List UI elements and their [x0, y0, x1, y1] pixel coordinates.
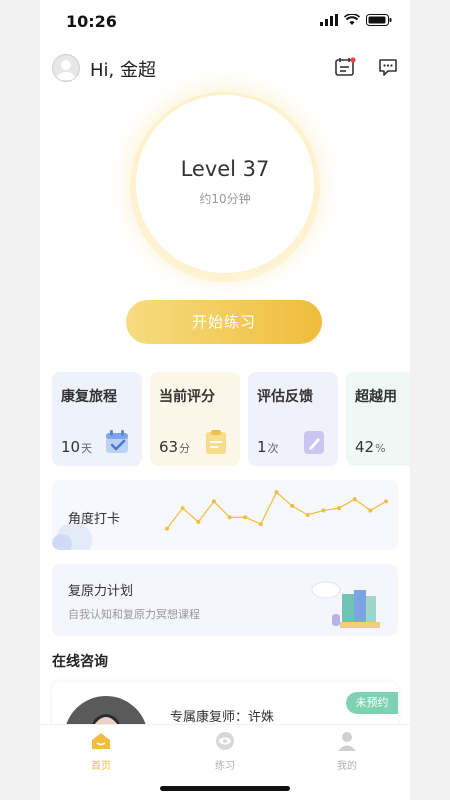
- stat-card-surpass[interactable]: 超越用 42%: [346, 372, 410, 466]
- angle-data-point: [352, 497, 357, 502]
- status-icons: [320, 14, 392, 26]
- phone-screen: 10:26 Hi, 金超 Level 37 约10分钟 开始练习 康复旅程 10…: [40, 0, 410, 800]
- angle-data-point: [321, 508, 326, 513]
- stat-card-score[interactable]: 当前评分 63分: [150, 372, 240, 466]
- angle-checkin-card[interactable]: 角度打卡: [52, 480, 398, 550]
- plan-title: 复原力计划: [68, 584, 134, 599]
- stat-card-feedback[interactable]: 评估反馈 1次: [248, 372, 338, 466]
- books-illustration-icon: [311, 581, 380, 628]
- angle-data-point: [165, 526, 169, 531]
- signal-icon: [320, 14, 338, 26]
- tab-label: 我的: [337, 761, 357, 772]
- greeting-text: Hi, 金超: [90, 60, 156, 81]
- tab-label: 练习: [215, 761, 235, 772]
- home-indicator: [160, 786, 290, 791]
- doctor-label: 专属康复师：许姝: [170, 710, 275, 725]
- message-icon[interactable]: [377, 56, 399, 78]
- tab-label: 首页: [91, 761, 111, 772]
- calendar-notification-icon[interactable]: [334, 56, 356, 78]
- angle-data-point: [227, 515, 232, 520]
- header: Hi, 金超: [40, 52, 410, 86]
- stat-card-title: 超越用: [355, 389, 397, 405]
- status-bar: 10:26: [40, 0, 410, 44]
- appointment-status-badge[interactable]: 未预约: [346, 692, 398, 714]
- angle-data-point: [290, 503, 295, 508]
- start-practice-button[interactable]: 开始练习: [126, 300, 322, 344]
- eye-icon: [216, 732, 234, 750]
- stat-card-title: 康复旅程: [61, 389, 117, 405]
- level-title: Level 37: [180, 157, 270, 181]
- angle-data-point: [258, 522, 263, 527]
- avatar[interactable]: [52, 54, 80, 82]
- stat-card-title: 当前评分: [159, 389, 215, 405]
- battery-icon: [366, 14, 392, 26]
- plan-subtitle: 自我认知和复原力冥想课程: [68, 608, 200, 621]
- angle-line-chart: [165, 490, 388, 531]
- stat-cards: 康复旅程 10天 当前评分 63分 评估反馈 1次 超越用 42%: [52, 372, 410, 468]
- angle-data-point: [196, 519, 201, 524]
- angle-data-point: [337, 506, 342, 511]
- status-time: 10:26: [66, 12, 117, 31]
- consult-heading: 在线咨询: [52, 654, 108, 670]
- angle-data-point: [368, 508, 373, 513]
- tab-home[interactable]: 首页: [71, 731, 131, 772]
- resilience-plan-card[interactable]: 复原力计划 自我认知和复原力冥想课程: [52, 564, 398, 636]
- angle-data-point: [243, 515, 248, 520]
- stat-card-value: 42%: [355, 438, 386, 456]
- angle-data-point: [305, 513, 310, 517]
- level-duration: 约10分钟: [199, 192, 251, 206]
- angle-data-point: [384, 499, 388, 504]
- angle-series-line: [166, 491, 387, 530]
- stat-card-title: 评估反馈: [257, 389, 313, 405]
- calendar-check-icon: [106, 430, 128, 453]
- edit-note-icon: [304, 431, 324, 454]
- clipboard-icon: [206, 430, 226, 454]
- stat-card-value: 63分: [159, 438, 191, 456]
- tab-mine[interactable]: 我的: [317, 731, 377, 772]
- default-avatar-icon: [56, 60, 76, 80]
- wifi-icon: [344, 14, 360, 25]
- stat-card-journey[interactable]: 康复旅程 10天: [52, 372, 142, 466]
- user-icon: [338, 732, 356, 751]
- home-icon: [92, 733, 110, 749]
- angle-data-point: [274, 490, 279, 495]
- stat-card-value: 1次: [257, 438, 279, 456]
- angle-data-point: [211, 499, 216, 504]
- level-circle[interactable]: Level 37 约10分钟: [136, 95, 314, 273]
- tab-practice[interactable]: 练习: [195, 731, 255, 772]
- stat-card-value: 10天: [61, 438, 93, 456]
- angle-data-point: [180, 506, 185, 511]
